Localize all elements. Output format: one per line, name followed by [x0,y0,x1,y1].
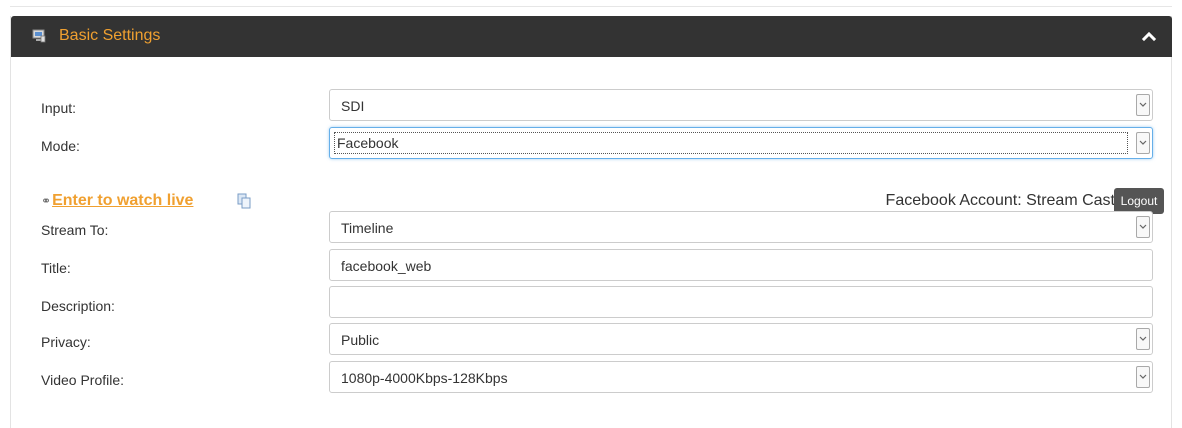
chevron-down-icon [1139,336,1147,341]
chevron-down-icon [1139,224,1147,229]
top-divider [10,6,1172,7]
privacy-select-arrow[interactable] [1136,328,1150,350]
focus-outline [334,132,1128,154]
input-select[interactable]: SDI [329,89,1153,121]
chevron-up-icon[interactable] [1141,28,1157,44]
description-label: Description: [41,298,115,314]
panel-title: Basic Settings [59,27,161,44]
video-profile-select-value: 1080p-4000Kbps-128Kbps [341,370,508,386]
chevron-down-icon [1139,102,1147,107]
stream-to-label: Stream To: [41,222,109,238]
copy-icon[interactable] [237,193,251,209]
input-select-value: SDI [341,98,365,114]
mode-label: Mode: [41,138,80,154]
monitor-settings-icon [32,29,46,43]
stream-to-select-value: Timeline [341,220,394,236]
stream-to-select-arrow[interactable] [1136,216,1150,238]
link-icon: ⚭ [41,194,52,208]
video-profile-select[interactable]: 1080p-4000Kbps-128Kbps [329,361,1153,393]
title-label: Title: [41,260,71,276]
privacy-label: Privacy: [41,334,91,350]
facebook-account-text: Facebook Account: Stream Cast [885,192,1115,209]
input-label: Input: [41,100,77,116]
video-profile-select-arrow[interactable] [1136,366,1150,388]
title-input-value: facebook_web [341,258,432,274]
description-input[interactable] [329,286,1153,318]
privacy-select[interactable]: Public [329,323,1153,355]
mode-select-arrow[interactable] [1136,132,1150,154]
title-input[interactable]: facebook_web [329,249,1153,281]
watch-live-row: ⚭Enter to watch live [41,192,193,210]
mode-select[interactable]: Facebook [329,127,1153,159]
privacy-select-value: Public [341,332,380,348]
input-select-arrow[interactable] [1136,94,1150,116]
stream-to-select[interactable]: Timeline [329,211,1153,243]
mode-select-value: Facebook [337,135,399,151]
chevron-down-icon [1139,374,1147,379]
video-profile-label: Video Profile: [41,372,125,388]
basic-settings-panel: Basic Settings Input: SDI Mode: Facebook… [10,16,1172,428]
chevron-down-icon [1139,140,1147,145]
watch-live-link[interactable]: Enter to watch live [52,192,193,209]
panel-header[interactable]: Basic Settings [11,16,1172,57]
